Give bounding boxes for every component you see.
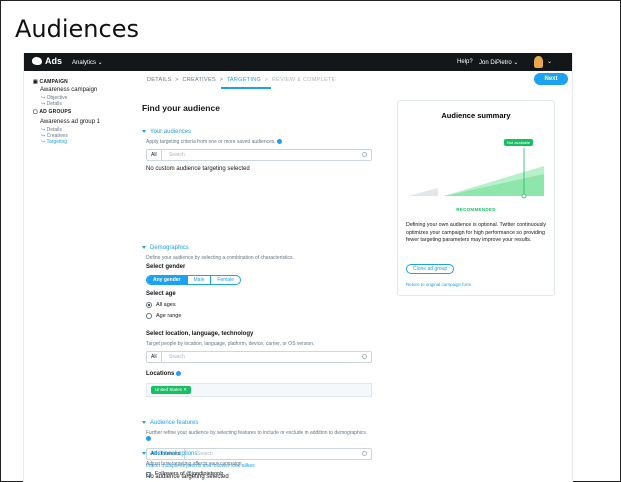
radio-icon <box>146 313 152 319</box>
caret-down-icon[interactable]: ⌄ <box>547 58 552 65</box>
your-audiences-toggle[interactable]: Your audiences <box>142 129 191 135</box>
search-icon <box>362 354 367 359</box>
info-icon[interactable] <box>277 139 283 145</box>
audience-size-gauge <box>408 148 544 199</box>
slide-title: Audiences <box>15 15 139 43</box>
summary-title: Audience summary <box>441 111 511 120</box>
brand-label: Ads <box>45 56 63 66</box>
audience-features-toggle[interactable]: Audience features <box>142 420 198 426</box>
import-keywords-link[interactable]: Import multiple keywords and follower lo… <box>146 463 255 469</box>
info-icon[interactable] <box>146 436 151 442</box>
step-details[interactable]: DETAILS <box>147 77 172 83</box>
slide: Audiences Ads Analytics ⌄ Help? Jon DiPi… <box>0 0 621 482</box>
app-screenshot: Ads Analytics ⌄ Help? Jon DiPietro ⌄ ⌄ ▣… <box>23 53 573 482</box>
recommended-label: RECOMMENDED <box>456 207 496 212</box>
sidebar: ▣ CAMPAIGN Awareness campaign ↪ Objectiv… <box>24 71 136 482</box>
brand-logo[interactable]: Ads <box>32 56 62 66</box>
analytics-menu[interactable]: Analytics ⌄ <box>72 59 103 66</box>
help-link[interactable]: Help? <box>457 59 473 65</box>
demographics-toggle[interactable]: Demographics <box>142 245 189 251</box>
search-icon <box>362 451 367 456</box>
age-range-radio[interactable]: Age range <box>146 313 181 319</box>
audiences-empty-text: No custom audience targeting selected <box>146 166 250 172</box>
user-menu[interactable]: Jon DiPietro ⌄ <box>479 59 518 66</box>
step-separator: > <box>219 77 224 83</box>
next-button[interactable]: Next <box>534 73 568 85</box>
demographics-description: Define your audience by selecting a comb… <box>146 255 294 261</box>
return-to-form-link[interactable]: Return to original campaign form <box>406 282 471 287</box>
your-audiences-description: Apply targeting criteria from one or mor… <box>146 139 283 145</box>
location-chip-united-states[interactable]: United States ✕ <box>151 386 192 394</box>
additional-options-toggle[interactable]: Additional options <box>142 451 197 457</box>
chevron-down-icon <box>142 129 146 133</box>
step-review: REVIEW & COMPLETE <box>271 77 336 83</box>
audience-features-description: Further refine your audience by selectin… <box>146 430 368 436</box>
location-search-placeholder: Search <box>169 354 185 360</box>
gender-selector: Any gender Male Female <box>146 275 242 285</box>
gauge-indicator-dot <box>521 193 527 199</box>
chevron-down-icon <box>142 245 146 249</box>
location-description: Target people by location, language, pla… <box>146 341 315 347</box>
location-label: Select location, language, technology <box>146 331 254 337</box>
page-title: Find your audience <box>142 103 220 113</box>
info-icon[interactable] <box>176 371 182 376</box>
gender-male-button[interactable]: Male <box>186 276 211 284</box>
summary-description: Defining your own audience is optional. … <box>406 222 547 244</box>
followers-checkbox[interactable]: Followers of @jondipietronh <box>146 471 223 477</box>
not-available-badge: Not available <box>504 139 534 146</box>
step-separator: > <box>264 77 269 83</box>
audiences-search-input[interactable]: All Search <box>146 149 372 161</box>
sidebar-campaign-name[interactable]: Awareness campaign <box>40 87 97 93</box>
location-search-filter[interactable]: All <box>147 352 162 362</box>
checkbox-icon <box>146 471 151 477</box>
audience-features-info <box>146 436 151 442</box>
age-label: Select age <box>146 291 176 297</box>
step-creatives[interactable]: CREATIVES <box>182 77 215 83</box>
sidebar-adgroup-name[interactable]: Awareness ad group 1 <box>40 119 100 125</box>
chevron-down-icon <box>142 451 146 455</box>
active-step-underline <box>221 87 271 89</box>
step-separator: > <box>175 77 179 83</box>
step-targeting[interactable]: TARGETING <box>227 77 261 83</box>
search-icon <box>362 152 367 157</box>
sidebar-adgroups-heading: ▢ AD GROUPS <box>33 109 72 115</box>
sidebar-item-targeting[interactable]: ↪ Targeting <box>41 139 67 145</box>
locations-label: Locations <box>146 371 182 377</box>
audience-summary-card: Audience summary Not available RECOMMEND… <box>397 100 555 296</box>
interests-search-placeholder: Search <box>197 451 213 457</box>
gender-any-button[interactable]: Any gender <box>147 276 187 284</box>
top-bar: Ads Analytics ⌄ Help? Jon DiPietro ⌄ ⌄ <box>24 53 572 71</box>
radio-selected-icon <box>146 302 152 308</box>
sidebar-campaign-heading: ▣ CAMPAIGN <box>33 79 68 85</box>
twitter-bird-icon <box>32 57 42 65</box>
step-breadcrumb: DETAILS > CREATIVES > TARGETING > REVIEW… <box>147 77 336 83</box>
sidebar-item-details[interactable]: ↪ Details <box>41 101 62 107</box>
chevron-down-icon <box>142 420 146 424</box>
targeting-form: Find your audience Your audiences Apply … <box>142 93 372 482</box>
audiences-search-filter[interactable]: All <box>147 150 162 160</box>
clone-ad-group-button[interactable]: Clone ad group <box>406 264 455 274</box>
gauge-segment-narrow <box>408 188 438 196</box>
avatar[interactable] <box>534 56 543 68</box>
gender-female-button[interactable]: Female <box>210 276 240 284</box>
location-search-input[interactable]: All Search <box>146 351 372 363</box>
locations-selected: United States ✕ <box>146 383 372 397</box>
gender-label: Select gender <box>146 264 186 270</box>
audiences-search-placeholder: Search <box>169 152 185 158</box>
age-all-radio[interactable]: All ages <box>146 302 176 308</box>
